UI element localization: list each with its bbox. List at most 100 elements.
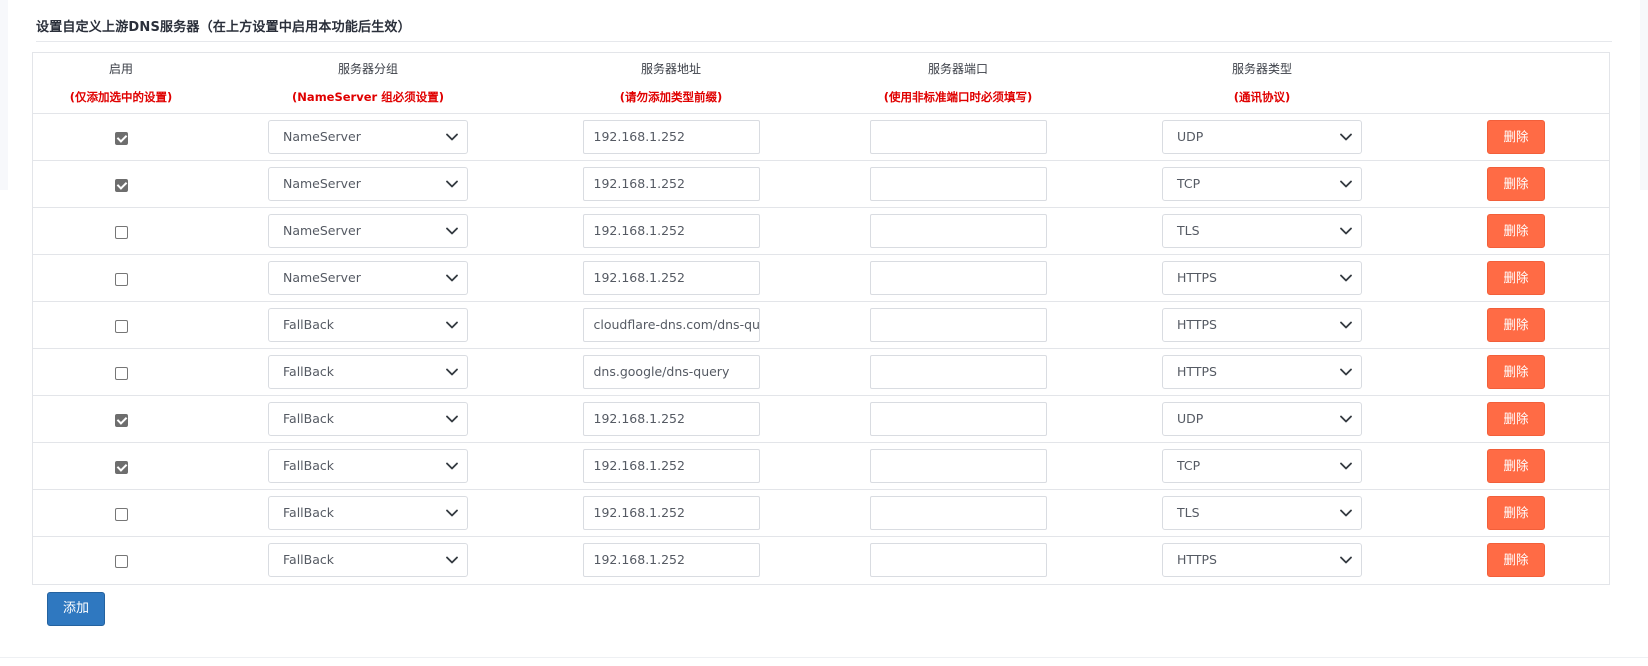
chevron-down-icon [445,544,459,576]
chevron-down-icon [1339,356,1353,388]
server-group-select[interactable]: FallBack [268,543,468,578]
server-type-select[interactable]: HTTPS [1162,261,1362,295]
server-address-input[interactable]: dns.google/dns-query [582,355,760,389]
chevron-down-icon [1339,168,1353,200]
server-port-input[interactable] [869,496,1047,530]
server-port-input[interactable] [869,449,1047,483]
server-port-input[interactable] [869,261,1047,295]
actions-cell: 删除 [1423,255,1609,302]
server-type-select[interactable]: TCP [1162,167,1362,201]
enable-cell [33,537,209,584]
server-port-input[interactable] [869,543,1047,578]
column-header: 服务器端口 (使用非标准端口时必须填写) [815,53,1101,114]
port-cell [815,537,1101,584]
type-cell: HTTPS [1101,255,1423,302]
server-address-input[interactable]: 192.168.1.252 [582,543,760,578]
enable-checkbox[interactable] [114,460,128,474]
server-type-select[interactable]: TLS [1162,214,1362,248]
group-cell: FallBack [209,349,527,396]
enable-checkbox[interactable] [114,319,128,333]
delete-button[interactable]: 删除 [1487,355,1545,389]
enable-checkbox[interactable] [114,413,128,427]
server-group-value: NameServer [283,270,361,285]
server-group-select[interactable]: FallBack [268,402,468,436]
server-group-select[interactable]: NameServer [268,120,468,154]
server-address-input[interactable]: 192.168.1.252 [582,261,760,295]
port-cell [815,161,1101,208]
delete-button[interactable]: 删除 [1487,167,1545,201]
table-row: FallBack 192.168.1.252 UDP 删除 [33,395,1609,443]
chevron-down-icon [445,356,459,388]
address-cell: 192.168.1.252 [527,161,815,208]
server-type-value: TCP [1177,176,1201,191]
server-group-select[interactable]: NameServer [268,167,468,201]
actions-cell: 删除 [1423,443,1609,490]
enable-cell [33,161,209,208]
server-group-select[interactable]: NameServer [268,214,468,248]
delete-button[interactable]: 删除 [1487,308,1545,342]
server-type-select[interactable]: TLS [1162,496,1362,530]
server-address-input[interactable]: 192.168.1.252 [582,167,760,201]
server-group-value: FallBack [283,505,334,520]
chevron-down-icon [445,450,459,482]
server-port-input[interactable] [869,214,1047,248]
server-group-select[interactable]: NameServer [268,261,468,295]
server-port-input[interactable] [869,308,1047,342]
server-type-value: UDP [1177,411,1204,426]
server-group-select[interactable]: FallBack [268,355,468,389]
server-type-select[interactable]: HTTPS [1162,308,1362,342]
enable-checkbox[interactable] [114,507,128,521]
actions-cell: 删除 [1423,114,1609,161]
enable-checkbox[interactable] [114,272,128,286]
server-group-value: FallBack [283,552,334,568]
enable-checkbox[interactable] [114,225,128,239]
server-address-input[interactable]: cloudflare-dns.com/dns-query [582,308,760,342]
chevron-down-icon [445,168,459,200]
server-group-select[interactable]: FallBack [268,308,468,342]
server-type-select[interactable]: TCP [1162,449,1362,483]
delete-button[interactable]: 删除 [1487,120,1545,154]
chevron-down-icon [1339,497,1353,529]
address-cell: 192.168.1.252 [527,396,815,443]
delete-button[interactable]: 删除 [1487,496,1545,530]
enable-checkbox[interactable] [114,366,128,380]
server-type-select[interactable]: HTTPS [1162,543,1362,578]
server-address-input[interactable]: 192.168.1.252 [582,402,760,436]
actions-cell: 删除 [1423,302,1609,349]
server-type-select[interactable]: UDP [1162,120,1362,154]
server-type-value: HTTPS [1177,364,1217,379]
enable-checkbox[interactable] [114,178,128,192]
server-type-select[interactable]: HTTPS [1162,355,1362,389]
server-group-select[interactable]: FallBack [268,496,468,530]
group-cell: FallBack [209,443,527,490]
server-port-input[interactable] [869,355,1047,389]
add-button[interactable]: 添加 [47,592,105,626]
enable-checkbox[interactable] [114,131,128,145]
server-port-input[interactable] [869,120,1047,154]
type-cell: HTTPS [1101,349,1423,396]
enable-cell [33,208,209,255]
chevron-down-icon [1339,403,1353,435]
column-header: 服务器类型 (通讯协议) [1101,53,1423,114]
actions-cell: 删除 [1423,490,1609,537]
server-address-input[interactable]: 192.168.1.252 [582,214,760,248]
dns-server-table: 启用 (仅添加选中的设置) 服务器分组 (NameServer 组必须设置) 服务器地址… [32,52,1610,585]
chevron-down-icon [445,262,459,294]
delete-button[interactable]: 删除 [1487,214,1545,248]
delete-button[interactable]: 删除 [1487,402,1545,436]
address-cell: 192.168.1.252 [527,208,815,255]
server-address-input[interactable]: 192.168.1.252 [582,496,760,530]
type-cell: UDP [1101,396,1423,443]
server-type-select[interactable]: UDP [1162,402,1362,436]
column-header-label: 启用 [108,62,133,76]
server-address-input[interactable]: 192.168.1.252 [582,120,760,154]
enable-checkbox[interactable] [114,554,128,568]
server-port-input[interactable] [869,402,1047,436]
delete-button[interactable]: 删除 [1487,543,1545,578]
enable-cell [33,114,209,161]
server-address-input[interactable]: 192.168.1.252 [582,449,760,483]
delete-button[interactable]: 删除 [1487,449,1545,483]
server-port-input[interactable] [869,167,1047,201]
server-group-select[interactable]: FallBack [268,449,468,483]
delete-button[interactable]: 删除 [1487,261,1545,295]
